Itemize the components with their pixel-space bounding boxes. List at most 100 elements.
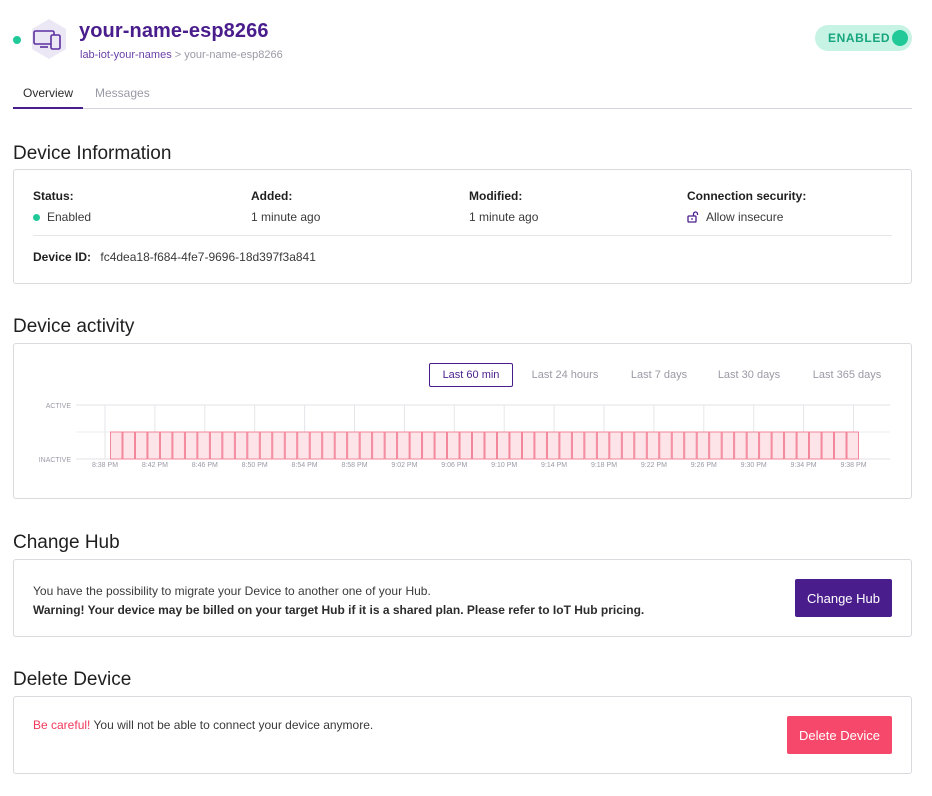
activity-bar: [821, 431, 834, 460]
activity-bar: [309, 431, 323, 460]
x-tick-label: 9:38 PM: [840, 462, 866, 469]
activity-bar: [784, 431, 797, 460]
device-information-heading: Device Information: [13, 143, 172, 164]
status-value-row: Enabled: [33, 210, 91, 224]
activity-bar: [796, 431, 810, 460]
change-hub-heading: Change Hub: [13, 532, 120, 553]
breadcrumb-current: your-name-esp8266: [184, 49, 283, 61]
activity-bar: [571, 431, 585, 460]
breadcrumb-separator: >: [174, 49, 182, 61]
activity-bar: [621, 431, 635, 460]
activity-bar: [671, 431, 685, 460]
activity-bar: [709, 431, 722, 460]
unlock-icon: [687, 211, 699, 223]
x-tick-label: 8:50 PM: [242, 462, 268, 469]
activity-bar: [147, 431, 160, 460]
device-activity-card: Last 60 min Last 24 hours Last 7 days La…: [13, 343, 912, 499]
x-tick-label: 9:14 PM: [541, 462, 567, 469]
activity-bar: [634, 431, 647, 460]
activity-bar: [684, 431, 697, 460]
activity-bar: [546, 431, 560, 460]
tab-overview[interactable]: Overview: [13, 86, 84, 109]
status-enabled-dot: [33, 213, 40, 221]
connection-security-value: Allow insecure: [706, 210, 784, 224]
activity-bar: [696, 431, 710, 460]
tab-messages[interactable]: Messages: [95, 86, 150, 109]
change-hub-warning: Warning! Your device may be billed on yo…: [33, 603, 645, 617]
y-level-label: INACTIVE: [39, 457, 72, 464]
activity-bar: [159, 431, 173, 460]
device-status-dot: [13, 36, 21, 44]
activity-bar: [746, 431, 760, 460]
device-activity-heading: Device activity: [13, 316, 135, 337]
device-id-value: fc4dea18-f684-4fe7-9696-18d397f3a841: [100, 250, 316, 264]
status-field: Status: Enabled: [33, 189, 91, 224]
activity-bar: [259, 431, 273, 460]
tab-bar: Overview Messages: [13, 82, 912, 109]
activity-bar: [472, 431, 485, 460]
activity-bar: [522, 431, 535, 460]
activity-bar: [459, 431, 472, 460]
activity-bar: [197, 431, 210, 460]
activity-bar: [222, 431, 235, 460]
activity-bar: [734, 431, 747, 460]
change-hub-description: You have the possibility to migrate your…: [33, 584, 431, 598]
change-hub-card: You have the possibility to migrate your…: [13, 559, 912, 637]
activity-bar: [284, 431, 298, 460]
delete-device-card: Be careful! You will not be able to conn…: [13, 696, 912, 774]
change-hub-button[interactable]: Change Hub: [795, 579, 892, 617]
activity-bar: [272, 431, 285, 460]
activity-bar: [609, 431, 622, 460]
activity-bar: [422, 431, 435, 460]
x-tick-label: 9:22 PM: [641, 462, 667, 469]
activity-bar: [110, 431, 123, 460]
activity-bar: [771, 431, 785, 460]
x-tick-label: 9:06 PM: [441, 462, 467, 469]
activity-bar: [172, 431, 185, 460]
x-tick-label: 9:26 PM: [691, 462, 717, 469]
modified-field: Modified: 1 minute ago: [469, 189, 538, 224]
delete-device-button[interactable]: Delete Device: [787, 716, 892, 754]
x-tick-label: 8:46 PM: [192, 462, 218, 469]
activity-bar: [334, 431, 348, 460]
device-id-label: Device ID:: [33, 250, 92, 264]
x-tick-label: 8:54 PM: [292, 462, 318, 469]
activity-bar: [809, 431, 822, 460]
activity-bar: [347, 431, 360, 460]
activity-bar: [409, 431, 423, 460]
activity-bar: [372, 431, 385, 460]
activity-bar: [122, 431, 135, 460]
activity-bar: [846, 431, 859, 460]
activity-chart: 8:38 PM 8:42 PM 8:46 PM 8:50 PM 8:54 PM 8:58 …: [39, 403, 890, 469]
status-value: Enabled: [47, 210, 92, 224]
connection-security-label: Connection security:: [687, 189, 807, 203]
breadcrumb-hub-link[interactable]: lab-iot-your-names: [80, 49, 172, 61]
delete-message-text: You will not be able to connect your dev…: [90, 718, 374, 732]
activity-bar: [509, 431, 522, 460]
delete-device-text: Be careful! You will not be able to conn…: [33, 718, 373, 732]
device-enabled-toggle[interactable]: ENABLED: [815, 25, 912, 51]
activity-bar: [596, 431, 610, 460]
activity-bar: [447, 431, 460, 460]
activity-bar: [297, 431, 310, 460]
device-information-card: Status: Enabled Added: 1 minute ago Modi…: [13, 169, 912, 284]
modified-label: Modified:: [469, 189, 523, 203]
device-id-row: Device ID: fc4dea18-f684-4fe7-9696-18d39…: [33, 250, 316, 264]
x-tick-label: 8:38 PM: [92, 462, 118, 469]
activity-bar: [584, 431, 597, 460]
x-tick-label: 9:34 PM: [791, 462, 817, 469]
toggle-knob: [892, 30, 908, 46]
added-field: Added: 1 minute ago: [251, 189, 320, 224]
breadcrumb: lab-iot-your-names > your-name-esp8266: [80, 49, 283, 61]
activity-bar: [234, 431, 248, 460]
y-level-label: ACTIVE: [46, 403, 72, 410]
activity-bar: [834, 431, 847, 460]
activity-bar: [759, 431, 772, 460]
device-name-title: your-name-esp8266: [79, 20, 269, 42]
activity-bar: [646, 431, 660, 460]
activity-bar: [384, 431, 398, 460]
activity-bar: [497, 431, 510, 460]
added-label: Added:: [251, 189, 293, 203]
x-tick-label: 8:58 PM: [341, 462, 367, 469]
status-label: Status:: [33, 189, 74, 203]
